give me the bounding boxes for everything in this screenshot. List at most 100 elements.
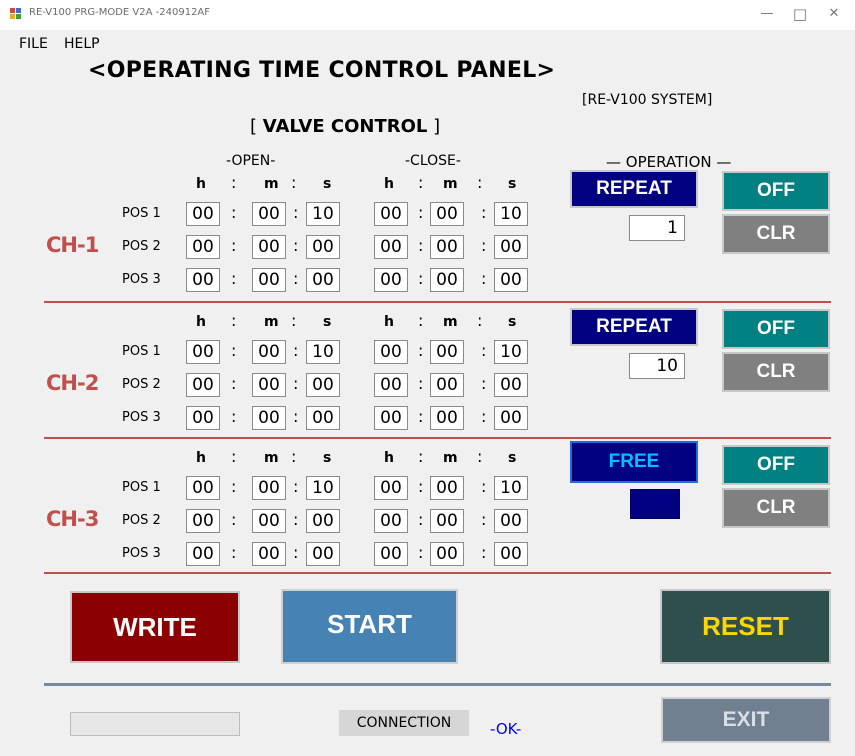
open-time-field[interactable]: 00 bbox=[252, 542, 286, 566]
open-time-field[interactable]: 00 bbox=[186, 406, 220, 430]
open-time-field[interactable]: 00 bbox=[186, 476, 220, 500]
unit-label-h: h bbox=[196, 450, 206, 466]
clear-button[interactable]: CLR bbox=[722, 214, 830, 254]
open-time-field[interactable]: 00 bbox=[306, 509, 340, 533]
close-time-field[interactable]: 10 bbox=[494, 202, 528, 226]
close-time-field[interactable]: 00 bbox=[374, 406, 408, 430]
unit-label-m: m bbox=[264, 176, 279, 192]
unit-label-h: h bbox=[384, 450, 394, 466]
time-colon: : bbox=[293, 374, 299, 393]
exit-button[interactable]: EXIT bbox=[661, 697, 831, 743]
close-time-field[interactable]: 00 bbox=[430, 202, 464, 226]
off-button[interactable]: OFF bbox=[722, 309, 830, 349]
time-colon: : bbox=[481, 407, 487, 426]
close-time-field[interactable]: 00 bbox=[430, 542, 464, 566]
repeat-count-field[interactable]: 120 bbox=[630, 489, 680, 519]
open-time-field[interactable]: 00 bbox=[252, 476, 286, 500]
time-colon: : bbox=[418, 236, 424, 255]
close-time-field[interactable]: 00 bbox=[494, 235, 528, 259]
time-colon: : bbox=[481, 203, 487, 222]
open-time-field[interactable]: 00 bbox=[186, 542, 220, 566]
unit-colon: : bbox=[418, 173, 424, 192]
connection-label: CONNECTION bbox=[339, 710, 469, 736]
close-time-field[interactable]: 00 bbox=[430, 235, 464, 259]
repeat-count-field[interactable]: 10 bbox=[629, 353, 685, 379]
close-time-field[interactable]: 00 bbox=[374, 235, 408, 259]
close-time-field[interactable]: 00 bbox=[430, 268, 464, 292]
unit-label-h: h bbox=[384, 176, 394, 192]
write-button[interactable]: WRITE bbox=[70, 591, 240, 663]
time-colon: : bbox=[231, 477, 237, 496]
open-time-field[interactable]: 10 bbox=[306, 202, 340, 226]
open-time-field[interactable]: 00 bbox=[252, 268, 286, 292]
close-time-field[interactable]: 00 bbox=[374, 268, 408, 292]
repeat-button[interactable]: REPEAT bbox=[570, 170, 698, 208]
free-button[interactable]: FREE bbox=[570, 441, 698, 483]
operation-header: — OPERATION — bbox=[606, 153, 732, 171]
start-button[interactable]: START bbox=[281, 589, 458, 664]
clear-button[interactable]: CLR bbox=[722, 488, 830, 528]
open-time-field[interactable]: 00 bbox=[252, 509, 286, 533]
close-time-field[interactable]: 00 bbox=[494, 542, 528, 566]
open-time-field[interactable]: 10 bbox=[306, 340, 340, 364]
open-time-field[interactable]: 00 bbox=[186, 373, 220, 397]
open-time-field[interactable]: 10 bbox=[306, 476, 340, 500]
minimize-icon[interactable]: — bbox=[757, 4, 777, 24]
close-icon[interactable]: ✕ bbox=[824, 4, 844, 24]
close-time-field[interactable]: 00 bbox=[374, 340, 408, 364]
time-colon: : bbox=[293, 510, 299, 529]
position-label: POS 3 bbox=[122, 546, 161, 561]
close-time-field[interactable]: 00 bbox=[494, 406, 528, 430]
maximize-icon[interactable]: □ bbox=[790, 4, 810, 24]
close-time-field[interactable]: 10 bbox=[494, 340, 528, 364]
close-time-field[interactable]: 00 bbox=[430, 340, 464, 364]
open-time-field[interactable]: 00 bbox=[186, 202, 220, 226]
time-colon: : bbox=[481, 543, 487, 562]
close-time-field[interactable]: 00 bbox=[430, 406, 464, 430]
open-time-field[interactable]: 00 bbox=[252, 406, 286, 430]
reset-button[interactable]: RESET bbox=[660, 589, 831, 664]
open-time-field[interactable]: 00 bbox=[252, 235, 286, 259]
open-time-field[interactable]: 00 bbox=[252, 202, 286, 226]
open-time-field[interactable]: 00 bbox=[306, 373, 340, 397]
close-time-field[interactable]: 00 bbox=[430, 373, 464, 397]
page-title: <OPERATING TIME CONTROL PANEL> bbox=[88, 58, 556, 83]
off-button[interactable]: OFF bbox=[722, 445, 830, 485]
position-label: POS 2 bbox=[122, 239, 161, 254]
close-time-field[interactable]: 00 bbox=[374, 542, 408, 566]
open-time-field[interactable]: 00 bbox=[306, 235, 340, 259]
close-time-field[interactable]: 10 bbox=[494, 476, 528, 500]
unit-label-m: m bbox=[443, 450, 458, 466]
open-time-field[interactable]: 00 bbox=[306, 268, 340, 292]
close-time-field[interactable]: 00 bbox=[430, 509, 464, 533]
repeat-count-field[interactable]: 1 bbox=[629, 215, 685, 241]
close-time-field[interactable]: 00 bbox=[494, 268, 528, 292]
unit-label-s: s bbox=[508, 450, 517, 466]
clear-button[interactable]: CLR bbox=[722, 352, 830, 392]
channel-label: CH-1 bbox=[46, 233, 99, 257]
close-time-field[interactable]: 00 bbox=[494, 373, 528, 397]
close-time-field[interactable]: 00 bbox=[494, 509, 528, 533]
open-time-field[interactable]: 00 bbox=[252, 340, 286, 364]
open-time-field[interactable]: 00 bbox=[186, 509, 220, 533]
menu-help[interactable]: HELP bbox=[64, 36, 100, 52]
off-button[interactable]: OFF bbox=[722, 171, 830, 211]
time-colon: : bbox=[293, 477, 299, 496]
close-time-field[interactable]: 00 bbox=[374, 202, 408, 226]
open-time-field[interactable]: 00 bbox=[306, 542, 340, 566]
time-colon: : bbox=[293, 543, 299, 562]
menu-file[interactable]: FILE bbox=[19, 36, 48, 52]
time-colon: : bbox=[418, 407, 424, 426]
open-time-field[interactable]: 00 bbox=[252, 373, 286, 397]
time-colon: : bbox=[293, 341, 299, 360]
open-time-field[interactable]: 00 bbox=[186, 340, 220, 364]
unit-colon: : bbox=[418, 311, 424, 330]
open-time-field[interactable]: 00 bbox=[306, 406, 340, 430]
repeat-button[interactable]: REPEAT bbox=[570, 308, 698, 346]
close-time-field[interactable]: 00 bbox=[374, 509, 408, 533]
close-time-field[interactable]: 00 bbox=[374, 373, 408, 397]
open-time-field[interactable]: 00 bbox=[186, 268, 220, 292]
close-time-field[interactable]: 00 bbox=[430, 476, 464, 500]
close-time-field[interactable]: 00 bbox=[374, 476, 408, 500]
open-time-field[interactable]: 00 bbox=[186, 235, 220, 259]
